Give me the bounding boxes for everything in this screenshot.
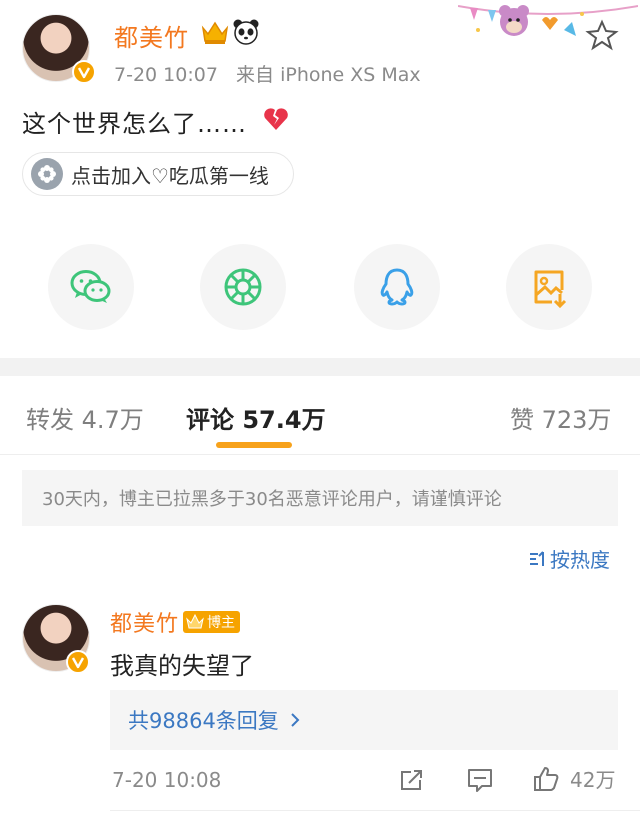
verified-badge-icon [72,60,96,84]
comment-header: 都美竹 博主 [110,606,241,638]
comment-icon [468,769,492,792]
post-text: 这个世界怎么了…… [22,104,247,139]
comment-bottom-divider [110,810,640,811]
post-meta: 7-20 10:07 来自 iPhone XS Max [114,60,421,87]
comment-verified-badge-icon [66,650,90,674]
post-time: 7-20 10:07 [114,64,218,86]
view-replies-link[interactable]: 共98864条回复 [110,690,618,750]
tab-repost[interactable]: 转发 4.7万 [26,400,144,435]
moments-icon [224,268,262,306]
share-moments-button[interactable] [200,244,286,330]
thumbs-up-icon [534,766,559,791]
sort-toggle[interactable]: 按热度 [528,544,610,573]
tab-likes[interactable]: 赞 723万 [510,400,611,435]
qq-icon [380,268,414,306]
topic-pill[interactable]: 点击加入♡吃瓜第一线 [22,152,294,196]
replies-count: 共98864条回复 [128,709,279,733]
panda-icon [233,19,259,45]
comment-author[interactable]: 都美竹 [110,606,179,638]
tab-comments[interactable]: 评论 57.4万 [186,400,326,435]
crown-icon [201,21,229,44]
comment-text: 我真的失望了 [110,652,254,680]
sort-label: 按热度 [550,548,610,572]
reply-comment-button[interactable] [466,766,494,798]
host-badge: 博主 [183,611,241,633]
wechat-icon [70,270,111,303]
save-image-button[interactable] [506,244,592,330]
topic-label: 点击加入♡吃瓜第一线 [71,163,269,188]
chevron-right-icon [291,713,300,727]
repost-comment-button[interactable] [398,766,426,798]
like-comment-button[interactable]: 42万 [532,764,615,793]
post-source: 来自 iPhone XS Max [236,64,421,86]
post-text-content: 这个世界怎么了…… [22,110,247,138]
flower-icon [31,158,63,190]
like-count: 42万 [570,768,616,792]
section-divider [0,358,640,376]
broken-heart-icon [264,108,288,130]
tab-separator [0,454,640,455]
author-name[interactable]: 都美竹 [114,18,189,53]
comment-time: 7-20 10:08 [112,768,222,792]
host-badge-label: 博主 [207,615,236,631]
share-qq-button[interactable] [354,244,440,330]
decorative-sticker-icon [458,5,638,51]
share-wechat-button[interactable] [48,244,134,330]
tab-active-indicator [216,442,292,448]
crown-icon [186,613,204,629]
share-edit-icon [401,770,422,790]
sort-icon [530,550,544,566]
comment-notice: 30天内，博主已拉黑多于30名恶意评论用户，请谨慎评论 [22,470,618,526]
image-download-icon [534,270,567,309]
